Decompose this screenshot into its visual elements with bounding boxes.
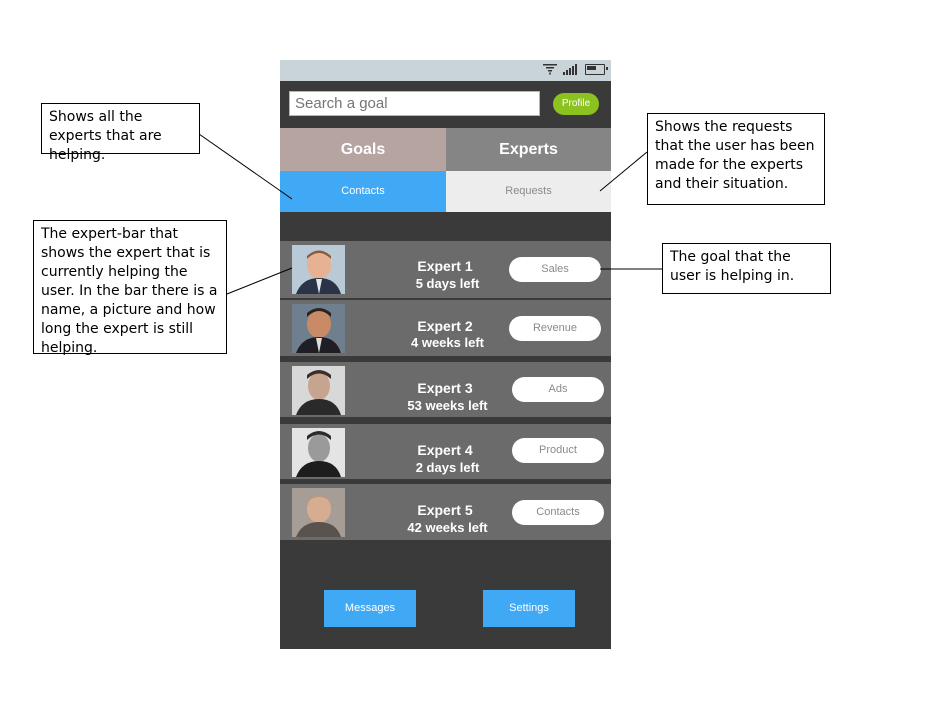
annotation-experts: Shows all the experts that are helping. [41, 103, 200, 163]
expert-row[interactable]: Expert 3 53 weeks left Ads [280, 362, 611, 417]
annotation-expert-bar: The expert-bar that shows the expert tha… [33, 220, 227, 356]
expert-avatar [292, 366, 345, 415]
expert-avatar [292, 428, 345, 477]
signal-icon [563, 64, 577, 75]
expert-time-left: 53 weeks left [407, 398, 488, 413]
expert-avatar [292, 488, 345, 537]
expert-avatar [292, 245, 345, 294]
tab-experts[interactable]: Experts [446, 128, 611, 171]
search-input[interactable] [289, 91, 540, 116]
goal-pill[interactable]: Contacts [512, 500, 604, 525]
goal-pill[interactable]: Product [512, 438, 604, 463]
battery-icon [585, 63, 608, 75]
phone-mockup: Profile Goals Experts Contacts Requests … [280, 60, 611, 649]
expert-name: Expert 4 [417, 442, 473, 458]
expert-name: Expert 5 [417, 502, 473, 518]
status-bar [280, 60, 611, 81]
expert-name: Expert 2 [417, 318, 473, 334]
subtab-contacts[interactable]: Contacts [280, 171, 446, 212]
annotation-goal: The goal that the user is helping in. [662, 243, 831, 294]
expert-name: Expert 3 [417, 380, 473, 396]
goal-pill[interactable]: Ads [512, 377, 604, 402]
expert-avatar [292, 304, 345, 353]
messages-button[interactable]: Messages [324, 590, 416, 627]
expert-name: Expert 1 [417, 258, 473, 274]
expert-row[interactable]: Expert 5 42 weeks left Contacts [280, 484, 611, 540]
goal-pill[interactable]: Revenue [509, 316, 601, 341]
expert-row[interactable]: Expert 2 4 weeks left Revenue [280, 300, 611, 356]
expert-row[interactable]: Expert 4 2 days left Product [280, 424, 611, 479]
goal-pill[interactable]: Sales [509, 257, 601, 282]
settings-button[interactable]: Settings [483, 590, 575, 627]
search-bar: Profile [280, 81, 611, 128]
annotation-requests: Shows the requests that the user has bee… [647, 113, 825, 205]
tab-goals[interactable]: Goals [280, 128, 446, 171]
expert-row[interactable]: Expert 1 5 days left Sales [280, 241, 611, 298]
expert-time-left: 5 days left [415, 276, 480, 291]
expert-time-left: 2 days left [415, 460, 480, 475]
wifi-icon [543, 64, 557, 75]
profile-button[interactable]: Profile [553, 93, 599, 115]
expert-time-left: 4 weeks left [411, 335, 484, 350]
subtab-requests[interactable]: Requests [446, 171, 611, 212]
expert-time-left: 42 weeks left [407, 520, 488, 535]
